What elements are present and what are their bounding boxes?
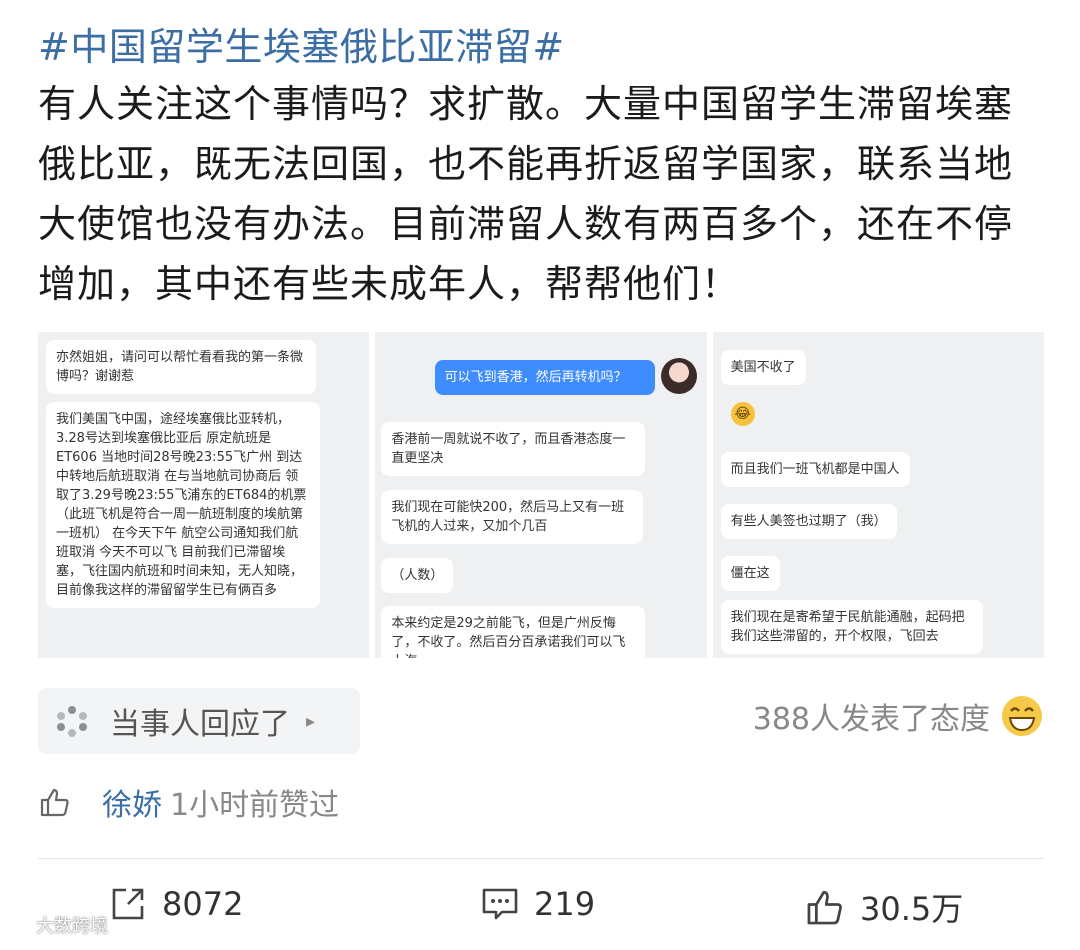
gallery-image-2[interactable]: 可以飞到香港，然后再转机吗？ 香港前一周就说不收了，而且香港态度一直更坚决 我们… xyxy=(375,332,707,658)
post-body-text: 有人关注这个事情吗？求扩散。大量中国留学生滞留埃塞俄比亚，既无法回国，也不能再折… xyxy=(38,82,1014,306)
hashtag-topic[interactable]: #中国留学生埃塞俄比亚滞留# xyxy=(38,16,565,71)
response-button[interactable]: 当事人回应了 ▸ xyxy=(38,688,360,754)
gallery-image-3[interactable]: 美国不收了 😂 而且我们一班飞机都是中国人 有些人美签也过期了（我） 僵在这 我… xyxy=(712,332,1044,658)
chevron-right-icon: ▸ xyxy=(306,710,316,732)
chat-bubble: 香港前一周就说不收了，而且香港态度一直更坚决 xyxy=(381,422,646,476)
chat-bubble: 我们美国飞中国，途经埃塞俄比亚转机，3.28号达到埃塞俄比亚后 原定航班是ET6… xyxy=(46,402,320,608)
grinning-emoji-icon xyxy=(1002,696,1042,736)
attitude-summary[interactable]: 388人发表了态度 xyxy=(753,694,1044,738)
repost-count: 8072 xyxy=(162,885,244,923)
chat-bubble: 本来约定是29之前能飞，但是广州反悔了，不收了。然后百分百承诺我们可以飞上海 xyxy=(381,606,646,658)
chat-bubble: （人数） xyxy=(381,558,454,593)
like-button[interactable]: 30.5万 xyxy=(804,884,963,930)
image-gallery: 亦然姐姐，请问可以帮忙看看我的第一条微博吗？谢谢惹 我们美国飞中国，途经埃塞俄比… xyxy=(38,332,1044,658)
chat-bubble: 而且我们一班飞机都是中国人 xyxy=(720,452,910,487)
chat-bubble: 僵在这 xyxy=(720,556,780,591)
chat-bubble: 有些人美签也过期了（我） xyxy=(720,504,897,539)
laughing-emoji-icon: 😂 xyxy=(730,402,755,426)
divider xyxy=(38,858,1044,859)
avatar xyxy=(660,358,697,394)
thumb-up-icon xyxy=(807,890,842,925)
comment-button[interactable]: 219 xyxy=(480,884,595,924)
watermark-text: 大数跨境 xyxy=(36,916,108,937)
comment-icon xyxy=(482,888,518,920)
liked-by-row: 徐娇 1小时前赞过 xyxy=(38,780,339,824)
chat-bubble-sent: 可以飞到香港，然后再转机吗？ xyxy=(434,360,655,395)
action-bar: 8072 219 30.5万 xyxy=(0,876,1080,936)
liked-user-name[interactable]: 徐娇 xyxy=(102,780,162,824)
chat-bubble: 我们现在是寄希望于民航能通融，起码把我们这些滞留的，开个权限，飞回去 xyxy=(720,600,983,654)
repost-button[interactable]: 8072 xyxy=(108,884,243,924)
watermark-logo-icon xyxy=(7,918,33,932)
like-count: 30.5万 xyxy=(860,890,964,928)
attitude-text: 388人发表了态度 xyxy=(752,702,990,737)
chat-bubble: 美国不收了 xyxy=(720,350,806,385)
share-icon xyxy=(112,888,144,920)
response-label: 当事人回应了 xyxy=(110,707,290,742)
thumb-up-outline-icon xyxy=(40,788,69,817)
gallery-image-1[interactable]: 亦然姐姐，请问可以帮忙看看我的第一条微博吗？谢谢惹 我们美国飞中国，途经埃塞俄比… xyxy=(38,332,370,658)
watermark: 大数跨境 xyxy=(6,912,108,938)
chat-bubble: 亦然姐姐，请问可以帮忙看看我的第一条微博吗？谢谢惹 xyxy=(46,340,316,394)
chat-bubble: 我们现在可能快200，然后马上又有一班飞机的人过来，又加个几百 xyxy=(381,490,644,544)
comment-count: 219 xyxy=(534,885,596,923)
liked-time: 1小时前赞过 xyxy=(170,788,340,823)
pinwheel-icon xyxy=(57,706,87,737)
